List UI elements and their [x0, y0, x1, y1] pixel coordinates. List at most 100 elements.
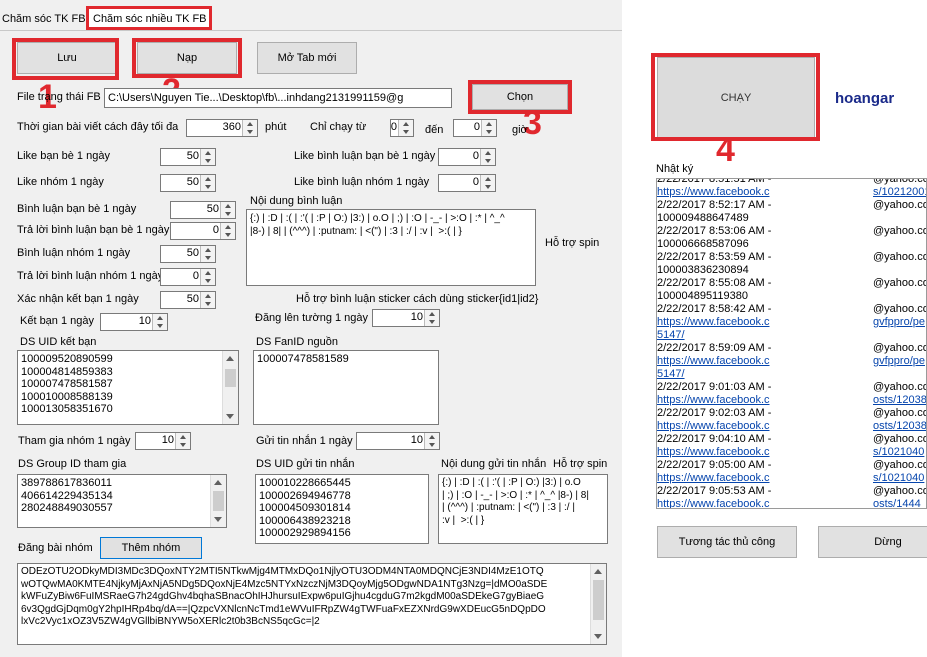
log-entry-text[interactable]: 5147/ — [657, 368, 685, 380]
log-entry: 100003836230894 — [657, 264, 926, 277]
like-comment-groups-spinner[interactable]: 0 — [438, 174, 496, 192]
log-entry-text[interactable]: https://www.facebook.c — [657, 355, 770, 367]
comment-content-textarea[interactable]: {:) | :D | :( | :'( | :P | O:) |3:) | o.… — [246, 209, 536, 286]
like-friends-spinner[interactable]: 50 — [160, 148, 216, 166]
manual-interaction-button[interactable]: Tương tác thủ công — [657, 526, 797, 558]
log-entry: https://www.facebook.c osts/12038 — [657, 420, 926, 433]
log-entry-text[interactable]: https://www.facebook.c — [657, 186, 770, 198]
log-entry-text[interactable]: https://www.facebook.c — [657, 316, 770, 328]
spinner-arrows-icon[interactable] — [200, 149, 215, 165]
spinner-arrows-icon[interactable] — [200, 292, 215, 308]
log-entry-text[interactable]: 5147/ — [657, 329, 685, 341]
fanid-textarea[interactable]: 100007478581589 — [253, 350, 439, 425]
scrollbar[interactable] — [222, 351, 238, 424]
scroll-up-icon[interactable] — [226, 356, 234, 361]
post-wall-spinner[interactable]: 10 — [372, 309, 440, 327]
log-entry-right: osts/1444 — [873, 498, 921, 509]
log-entry-text: 2/22/2017 8:53:06 AM - — [657, 225, 772, 237]
scroll-up-icon[interactable] — [594, 569, 602, 574]
reply-groups-spinner[interactable]: 0 — [160, 268, 216, 286]
fanid-label: DS FanID nguồn — [256, 336, 338, 348]
scroll-thumb[interactable] — [213, 491, 224, 511]
log-entry: 5147/ — [657, 329, 926, 342]
spinner-arrows-icon[interactable] — [424, 310, 439, 326]
scrollbar[interactable] — [590, 564, 606, 644]
spinner-arrows-icon[interactable] — [424, 433, 439, 449]
uid-friends-textarea[interactable]: 100009520890599 100004814859383 10000747… — [17, 350, 239, 425]
add-friend-spinner[interactable]: 10 — [100, 313, 168, 331]
spinner-arrows-icon[interactable] — [200, 175, 215, 191]
add-group-button[interactable]: Thêm nhóm — [100, 537, 202, 559]
like-comment-friends-spinner[interactable]: 0 — [438, 148, 496, 166]
log-entry-text: 2/22/2017 8:55:08 AM - — [657, 277, 772, 289]
spinner-arrows-icon[interactable] — [242, 120, 257, 136]
scroll-up-icon[interactable] — [214, 480, 222, 485]
log-entry-text[interactable]: https://www.facebook.c — [657, 472, 770, 484]
spinner-arrows-icon[interactable] — [200, 269, 215, 285]
spinner-arrows-icon[interactable] — [398, 120, 413, 136]
spinner-arrows-icon[interactable] — [175, 433, 190, 449]
tab-cham-soc-tk-fb[interactable]: Chăm sóc TK FB — [2, 13, 86, 25]
log-entry-text: 2/22/2017 9:01:03 AM - — [657, 381, 772, 393]
comment-content-label: Nội dung bình luận — [250, 195, 343, 207]
msg-content-label: Nội dung gửi tin nhắn — [441, 458, 547, 470]
uid-msg-textarea[interactable]: 100010228665445 100002694946778 10000450… — [255, 474, 429, 544]
join-group-spinner[interactable]: 10 — [135, 432, 191, 450]
comment-groups-spinner[interactable]: 50 — [160, 245, 216, 263]
log-entry: 2/22/2017 8:53:59 AM - @yahoo.co — [657, 251, 926, 264]
run-to-value: 0 — [473, 121, 480, 133]
group-post-textarea[interactable]: ODEzOTU2ODkyMDI3MDc3DQoxNTY2MTI5NTkwMjg4… — [17, 563, 607, 645]
uid-msg-label: DS UID gửi tin nhắn — [256, 458, 355, 470]
comment-line: |8-) | 8| | (^^^) | :putnam: | <(") | :3… — [250, 225, 462, 237]
group-ids-textarea[interactable]: 389788617836011 406614229435134 28024884… — [17, 474, 227, 528]
run-to-spinner[interactable]: 0 — [453, 119, 497, 137]
scroll-down-icon[interactable] — [594, 634, 602, 639]
tab-label: Chăm sóc nhiều TK FB — [93, 13, 207, 25]
annotation-box-1 — [12, 38, 119, 80]
scroll-thumb[interactable] — [225, 369, 236, 387]
uid-item: 100004814859383 — [21, 365, 113, 378]
open-tab-button[interactable]: Mở Tab mới — [257, 42, 357, 74]
log-entry-text[interactable]: https://www.facebook.c — [657, 498, 770, 508]
log-entry-right: @yahoo.co — [873, 225, 927, 237]
log-entry-right: gvfppro/pe — [873, 316, 925, 328]
log-entry: 2/22/2017 9:05:53 AM - @yahoo.co — [657, 485, 926, 498]
scroll-down-icon[interactable] — [226, 414, 234, 419]
accept-friend-spinner[interactable]: 50 — [160, 291, 216, 309]
sticker-hint: Hỗ trợ bình luận sticker cách dùng stick… — [296, 293, 539, 305]
comment-line: {:) | :D | :( | :'( | :P | O:) |3:) | o.… — [250, 213, 505, 224]
tab-cham-soc-nhieu-tk-fb[interactable]: Chăm sóc nhiều TK FB — [86, 6, 212, 30]
spinner-arrows-icon[interactable] — [220, 223, 235, 239]
like-groups-spinner[interactable]: 50 — [160, 174, 216, 192]
log-entry-text[interactable]: https://www.facebook.c — [657, 394, 770, 406]
spinner-arrows-icon[interactable] — [220, 202, 235, 218]
uid-item: 100013058351670 — [21, 403, 113, 415]
scrollbar[interactable] — [210, 475, 226, 527]
log-entry-text[interactable]: https://www.facebook.c — [657, 446, 770, 458]
msg-content-textarea[interactable]: {:) | :D | :( | :'( | :P | O:) |3:) | o.… — [438, 474, 608, 544]
log-entry-text[interactable]: https://www.facebook.c — [657, 420, 770, 432]
reply-friends-spinner[interactable]: 0 — [170, 222, 236, 240]
log-entry: 100004895119380 — [657, 290, 926, 303]
spinner-arrows-icon[interactable] — [200, 246, 215, 262]
group-post-line: ODEzOTU2ODkyMDI3MDc3DQoxNTY2MTI5NTkwMjg4… — [21, 566, 544, 577]
comment-friends-spinner[interactable]: 50 — [170, 201, 236, 219]
spinner-arrows-icon[interactable] — [480, 149, 495, 165]
reply-friends-value: 0 — [212, 224, 219, 236]
log-box[interactable]: 2/22/2017 8:51:51 AM - @yahoo.co https://w… — [656, 178, 927, 509]
spinner-arrows-icon[interactable] — [152, 314, 167, 330]
send-msg-spinner[interactable]: 10 — [356, 432, 440, 450]
uid-friends-label: DS UID kết bạn — [20, 336, 97, 348]
scroll-down-icon[interactable] — [214, 517, 222, 522]
log-entry: https://www.facebook.c osts/1444 — [657, 498, 926, 509]
like-friends-label: Like bạn bè 1 ngày — [17, 150, 110, 162]
scroll-thumb[interactable] — [593, 580, 604, 620]
run-from-spinner[interactable]: 0 — [390, 119, 414, 137]
time-gap-label: Thời gian bài viết cách đây tối đa — [17, 121, 179, 133]
log-entry-right: @yahoo.co — [873, 199, 927, 211]
stop-button[interactable]: Dừng — [818, 526, 927, 558]
spinner-arrows-icon[interactable] — [481, 120, 496, 136]
spinner-arrows-icon[interactable] — [480, 175, 495, 191]
status-file-input[interactable]: C:\Users\Nguyen Tie...\Desktop\fb\...inh… — [104, 88, 452, 108]
time-gap-spinner[interactable]: 360 — [186, 119, 258, 137]
